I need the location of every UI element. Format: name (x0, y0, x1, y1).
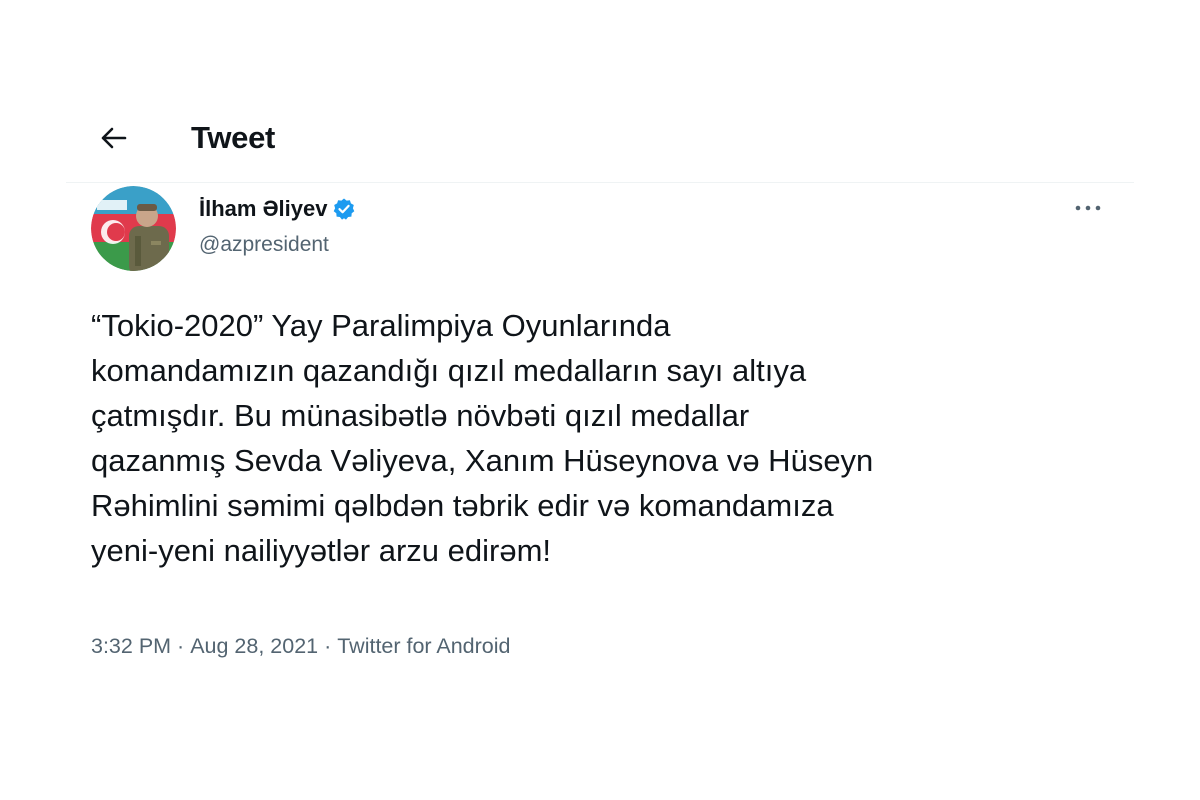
tweet-time[interactable]: 3:32 PM (91, 628, 171, 664)
meta-separator: · (171, 634, 191, 658)
arrow-left-icon (101, 127, 127, 149)
tweet-meta: 3:32 PM · Aug 28, 2021 · Twitter for And… (91, 628, 511, 664)
avatar[interactable] (91, 186, 176, 271)
page-title: Tweet (191, 120, 276, 155)
header-bar: Tweet (66, 108, 1134, 168)
author-info: İlham Əliyev @azpresident (199, 194, 356, 260)
header-divider (66, 182, 1134, 183)
author-handle[interactable]: @azpresident (199, 230, 356, 260)
tweet-page: Tweet İlham Əliyev @azpresident “Tokio-2… (0, 0, 1200, 800)
more-options-button[interactable] (1068, 192, 1108, 224)
tweet-date[interactable]: Aug 28, 2021 (190, 628, 318, 664)
tweet-text: “Tokio-2020” Yay Paralimpiya Oyunlarında… (91, 308, 874, 568)
avatar-image (91, 186, 176, 271)
more-horizontal-icon (1075, 205, 1101, 211)
verified-badge-icon (332, 197, 356, 221)
author-name-row: İlham Əliyev (199, 194, 356, 224)
meta-separator: · (318, 634, 338, 658)
back-arrow-button[interactable] (96, 120, 132, 156)
tweet-source[interactable]: Twitter for Android (337, 628, 510, 664)
author-name[interactable]: İlham Əliyev (199, 194, 327, 224)
